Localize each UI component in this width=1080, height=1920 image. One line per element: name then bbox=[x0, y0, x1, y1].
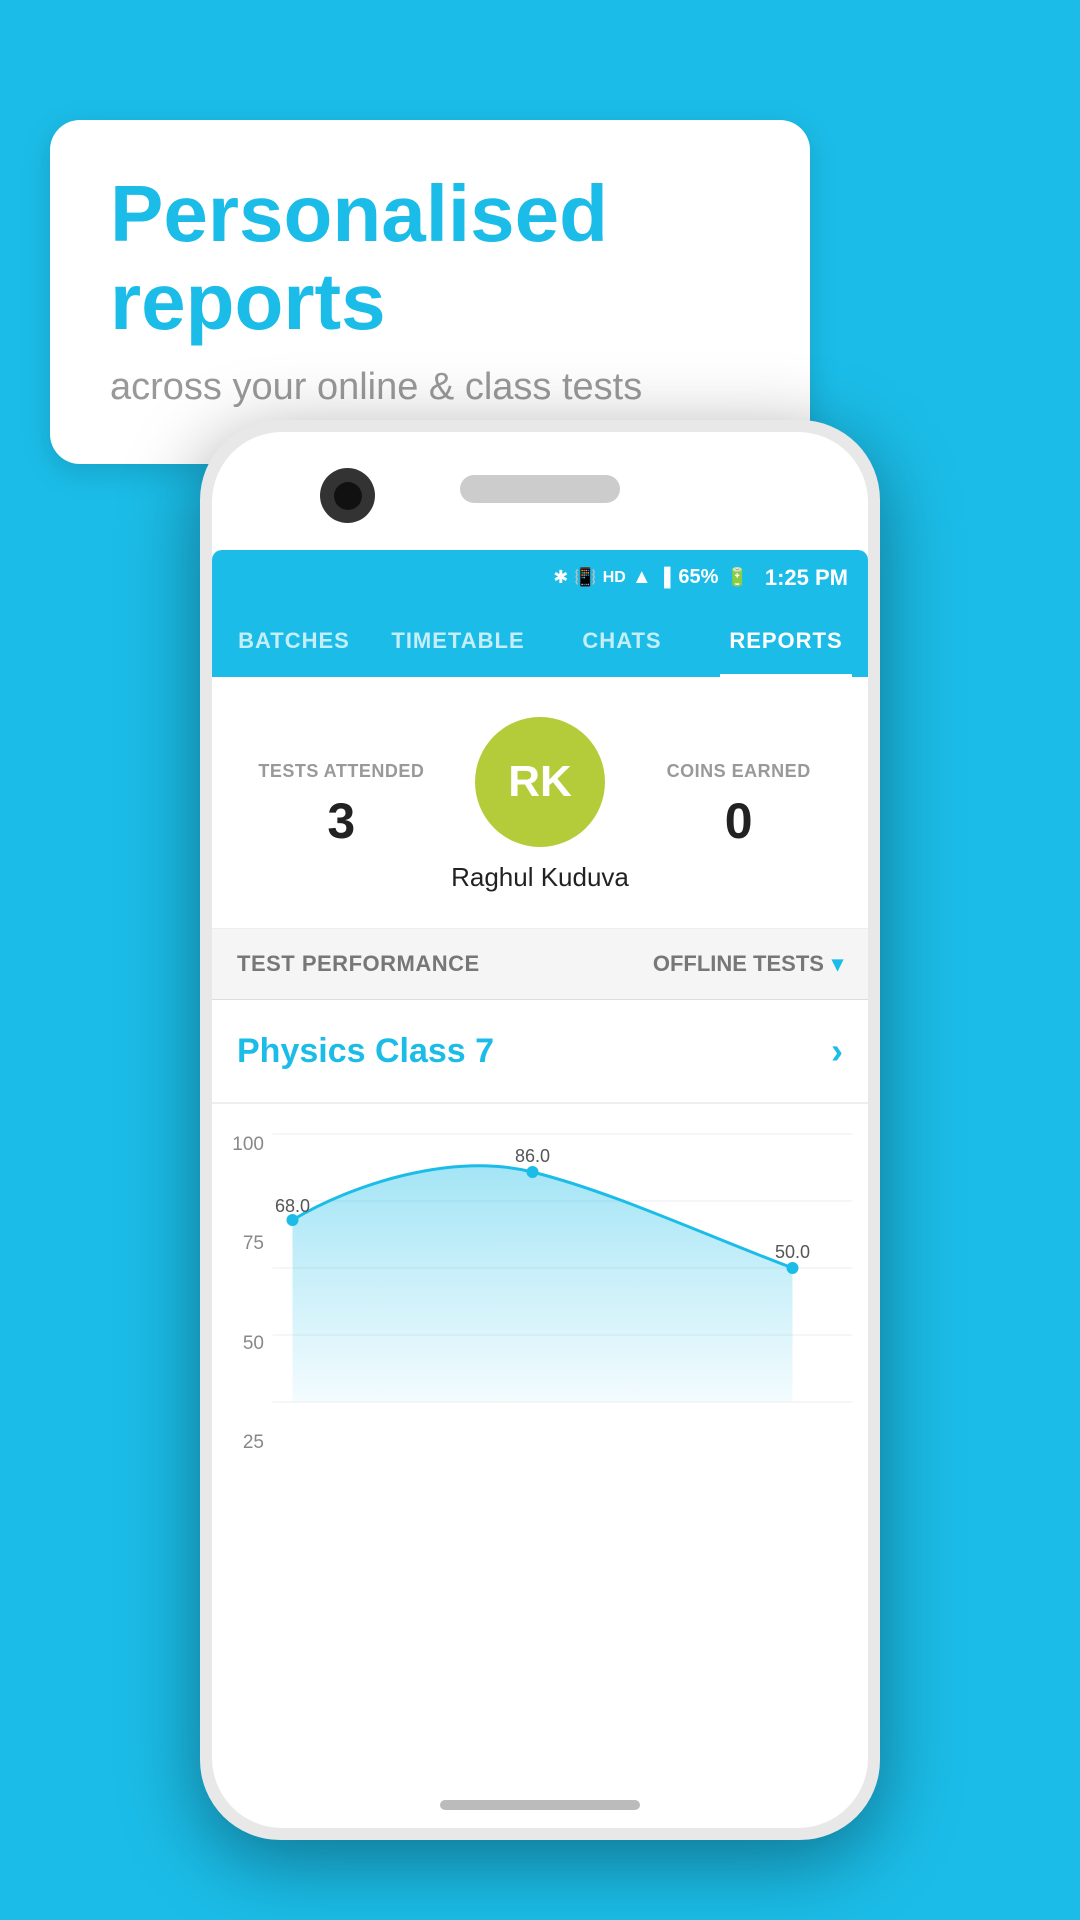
performance-label: TEST PERFORMANCE bbox=[237, 951, 480, 977]
class-name: Physics Class 7 bbox=[237, 1032, 494, 1071]
phone-screen: ✱ 📳 HD ▲ ▐ 65% 🔋 1:25 PM bbox=[212, 550, 868, 1760]
tests-attended-value: 3 bbox=[242, 792, 441, 850]
status-icons: ✱ 📳 HD ▲ ▐ bbox=[553, 566, 670, 589]
user-name: Raghul Kuduva bbox=[451, 862, 629, 893]
dropdown-label: OFFLINE TESTS bbox=[653, 951, 824, 977]
phone-body: ✱ 📳 HD ▲ ▐ 65% 🔋 1:25 PM bbox=[200, 420, 880, 1840]
hd-icon: HD bbox=[603, 569, 626, 587]
tab-timetable[interactable]: TIMETABLE bbox=[376, 605, 540, 677]
y-axis-labels: 100 75 50 25 bbox=[227, 1124, 272, 1484]
signal-icon: ▐ bbox=[658, 567, 671, 588]
wifi-icon: ▲ bbox=[632, 566, 652, 589]
chart-area: 100 75 50 25 bbox=[212, 1104, 868, 1484]
battery-icon: 🔋 bbox=[726, 567, 748, 588]
y-label-100: 100 bbox=[232, 1134, 264, 1156]
tab-batches[interactable]: BATCHES bbox=[212, 605, 376, 677]
chart-point-3 bbox=[787, 1262, 799, 1274]
coins-earned-label: COINS EARNED bbox=[639, 761, 838, 782]
phone-home-bar bbox=[440, 1800, 640, 1810]
phone-mockup: ✱ 📳 HD ▲ ▐ 65% 🔋 1:25 PM bbox=[200, 420, 880, 1840]
chart-container: 100 75 50 25 bbox=[227, 1124, 853, 1484]
chart-label-1: 68.0 bbox=[275, 1196, 310, 1216]
chart-point-2 bbox=[527, 1166, 539, 1178]
chart-plot: 68.0 86.0 50.0 bbox=[272, 1124, 853, 1484]
tests-attended-block: TESTS ATTENDED 3 bbox=[242, 761, 441, 850]
avatar: RK bbox=[475, 717, 605, 847]
y-label-75: 75 bbox=[243, 1233, 264, 1255]
bluetooth-icon: ✱ bbox=[553, 567, 568, 588]
chart-label-2: 86.0 bbox=[515, 1146, 550, 1166]
coins-earned-block: COINS EARNED 0 bbox=[639, 761, 838, 850]
bubble-subtitle: across your online & class tests bbox=[110, 366, 750, 409]
nav-tabs: BATCHES TIMETABLE CHATS REPORTS bbox=[212, 605, 868, 677]
chevron-down-icon: ▾ bbox=[832, 951, 843, 977]
filter-section: TEST PERFORMANCE OFFLINE TESTS ▾ bbox=[212, 929, 868, 1000]
battery-percentage: 65% bbox=[678, 566, 718, 589]
status-time: 1:25 PM bbox=[765, 565, 848, 591]
chart-svg: 68.0 86.0 50.0 bbox=[272, 1124, 853, 1434]
y-label-25: 25 bbox=[243, 1432, 264, 1454]
class-item[interactable]: Physics Class 7 › bbox=[212, 1000, 868, 1104]
profile-section: TESTS ATTENDED 3 RK Raghul Kuduva COINS … bbox=[212, 677, 868, 929]
tests-attended-label: TESTS ATTENDED bbox=[242, 761, 441, 782]
class-arrow-icon: › bbox=[831, 1030, 843, 1072]
phone-camera bbox=[320, 468, 375, 523]
tab-reports[interactable]: REPORTS bbox=[704, 605, 868, 677]
offline-tests-dropdown[interactable]: OFFLINE TESTS ▾ bbox=[653, 951, 843, 977]
speech-bubble: Personalised reports across your online … bbox=[50, 120, 810, 464]
status-bar: ✱ 📳 HD ▲ ▐ 65% 🔋 1:25 PM bbox=[212, 550, 868, 605]
avatar-initials: RK bbox=[508, 757, 572, 807]
y-label-50: 50 bbox=[243, 1333, 264, 1355]
tab-chats[interactable]: CHATS bbox=[540, 605, 704, 677]
coins-earned-value: 0 bbox=[639, 792, 838, 850]
chart-label-3: 50.0 bbox=[775, 1242, 810, 1262]
bubble-title: Personalised reports bbox=[110, 170, 750, 346]
avatar-block: RK Raghul Kuduva bbox=[441, 717, 640, 893]
vibrate-icon: 📳 bbox=[574, 567, 596, 588]
phone-speaker bbox=[460, 475, 620, 503]
